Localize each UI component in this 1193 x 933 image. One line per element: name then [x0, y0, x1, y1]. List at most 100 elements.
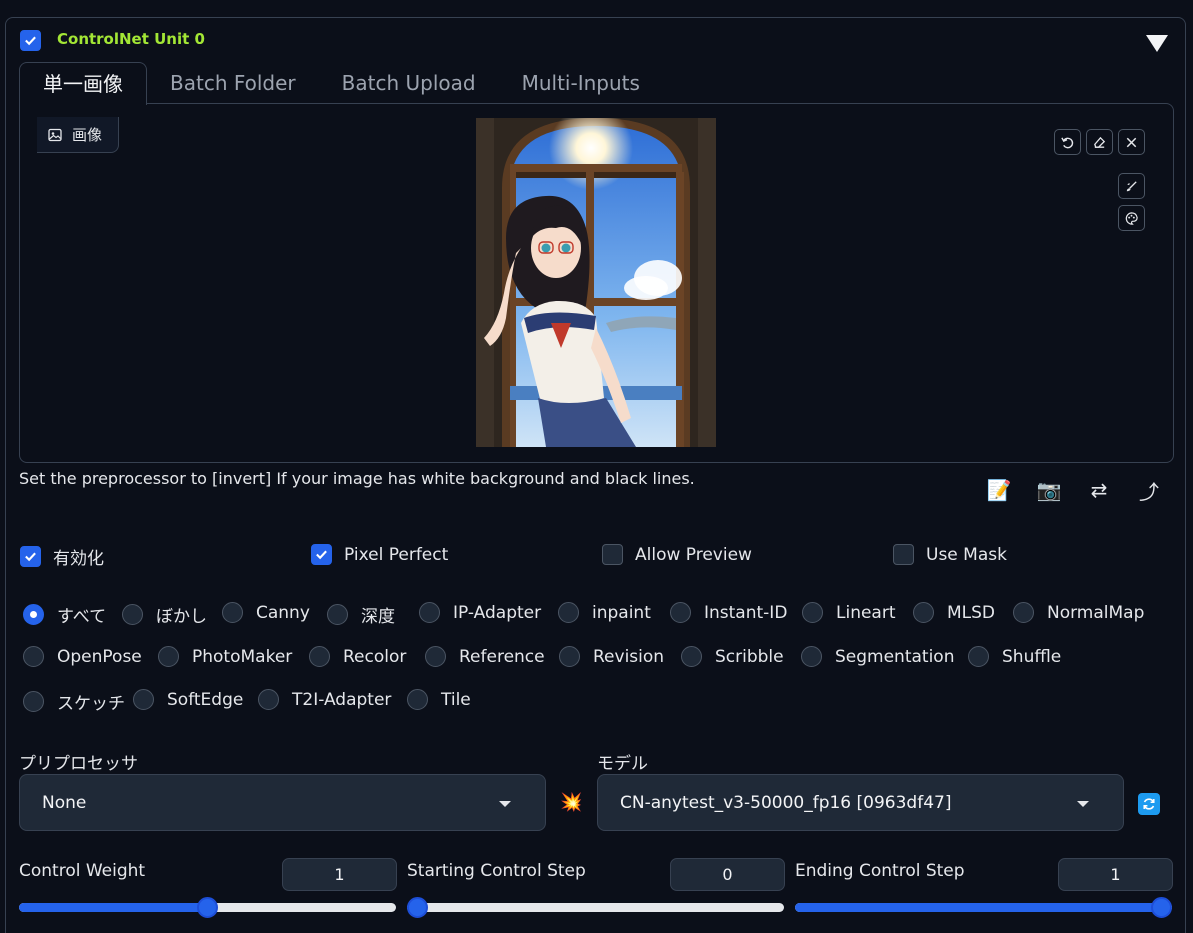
- tab-single-image[interactable]: 単一画像: [19, 62, 147, 105]
- radio-softedge[interactable]: SoftEdge: [133, 689, 243, 710]
- radio-tile[interactable]: Tile: [407, 689, 471, 710]
- starting-step-input[interactable]: 0: [670, 858, 785, 891]
- radio-dot[interactable]: [913, 602, 934, 623]
- radio-label: Canny: [256, 602, 310, 623]
- radio-dot[interactable]: [802, 602, 823, 623]
- ending-step-slider[interactable]: [795, 897, 1172, 918]
- anime-girl-window-illustration: [476, 118, 716, 447]
- radio-dot[interactable]: [133, 689, 154, 710]
- slider-thumb[interactable]: [1151, 897, 1172, 918]
- pixel-perfect-row[interactable]: Pixel Perfect: [311, 544, 448, 565]
- model-value: CN-anytest_v3-50000_fp16 [0963df47]: [620, 792, 952, 813]
- notepad-icon[interactable]: 📝: [986, 477, 1012, 503]
- radio-openpose[interactable]: OpenPose: [23, 646, 142, 667]
- close-button[interactable]: [1118, 129, 1145, 155]
- preprocessor-dropdown[interactable]: None: [19, 774, 546, 831]
- starting-step-label: Starting Control Step: [407, 861, 586, 881]
- radio-canny[interactable]: Canny: [222, 602, 310, 623]
- undo-button[interactable]: [1054, 129, 1081, 155]
- radio-dot[interactable]: [425, 646, 446, 667]
- preprocessor-label: プリプロセッサ: [19, 754, 138, 774]
- refresh-button[interactable]: [1138, 793, 1160, 815]
- ending-step-label: Ending Control Step: [795, 861, 965, 881]
- tab-multi-inputs[interactable]: Multi-Inputs: [499, 62, 663, 104]
- radio-dot[interactable]: [309, 646, 330, 667]
- radio-sketch[interactable]: スケッチ: [23, 689, 125, 714]
- refresh-icon: [1143, 798, 1155, 810]
- radio-recolor[interactable]: Recolor: [309, 646, 406, 667]
- radio-dot[interactable]: [558, 602, 579, 623]
- ending-step-input[interactable]: 1: [1058, 858, 1173, 891]
- radio-blur[interactable]: ぼかし: [122, 602, 207, 627]
- radio-ip-adapter[interactable]: IP-Adapter: [419, 602, 541, 623]
- radio-dot[interactable]: [122, 604, 143, 625]
- radio-dot[interactable]: [968, 646, 989, 667]
- radio-dot[interactable]: [681, 646, 702, 667]
- radio-dot[interactable]: [258, 689, 279, 710]
- radio-dot[interactable]: [158, 646, 179, 667]
- radio-reference[interactable]: Reference: [425, 646, 545, 667]
- radio-dot[interactable]: [419, 602, 440, 623]
- radio-label: Instant-ID: [704, 602, 788, 623]
- radio-segmentation[interactable]: Segmentation: [801, 646, 954, 667]
- radio-instant-id[interactable]: Instant-ID: [670, 602, 787, 623]
- preprocessor-value: None: [42, 792, 87, 813]
- slider-thumb[interactable]: [197, 897, 218, 918]
- radio-label: IP-Adapter: [453, 602, 542, 623]
- explosion-icon[interactable]: 💥: [560, 792, 582, 813]
- radio-inpaint[interactable]: inpaint: [558, 602, 651, 623]
- allow-preview-row[interactable]: Allow Preview: [602, 544, 752, 565]
- camera-icon[interactable]: 📷: [1036, 477, 1062, 503]
- control-weight-label: Control Weight: [19, 861, 146, 881]
- collapse-triangle-icon[interactable]: [1146, 35, 1168, 52]
- radio-scribble[interactable]: Scribble: [681, 646, 784, 667]
- palette-button[interactable]: [1118, 205, 1145, 231]
- chevron-down-icon: [1077, 801, 1089, 807]
- send-arrow-icon[interactable]: ⤴: [1136, 477, 1162, 504]
- model-label: モデル: [597, 754, 648, 774]
- radio-label: SoftEdge: [167, 689, 244, 710]
- use-mask-checkbox[interactable]: [893, 544, 914, 565]
- control-weight-slider[interactable]: [19, 897, 396, 918]
- radio-shuffle[interactable]: Shuffle: [968, 646, 1061, 667]
- use-mask-row[interactable]: Use Mask: [893, 544, 1007, 565]
- check-icon: [25, 36, 36, 46]
- radio-label: Recolor: [343, 646, 407, 667]
- radio-all[interactable]: すべて: [23, 602, 106, 627]
- radio-dot[interactable]: [23, 646, 44, 667]
- model-dropdown[interactable]: CN-anytest_v3-50000_fp16 [0963df47]: [597, 774, 1124, 831]
- radio-mlsd[interactable]: MLSD: [913, 602, 995, 623]
- radio-dot[interactable]: [801, 646, 822, 667]
- uploaded-image[interactable]: [476, 118, 716, 447]
- starting-step-slider[interactable]: [407, 897, 784, 918]
- radio-dot[interactable]: [327, 604, 348, 625]
- radio-dot[interactable]: [407, 689, 428, 710]
- radio-dot[interactable]: [670, 602, 691, 623]
- slider-thumb[interactable]: [407, 897, 428, 918]
- allow-preview-checkbox[interactable]: [602, 544, 623, 565]
- enable-checkbox-row[interactable]: 有効化: [20, 544, 104, 569]
- radio-normalmap[interactable]: NormalMap: [1013, 602, 1144, 623]
- swap-arrows-icon[interactable]: ⇄: [1086, 477, 1112, 503]
- radio-dot[interactable]: [23, 604, 44, 625]
- enable-checkbox[interactable]: [20, 546, 41, 567]
- eraser-button[interactable]: [1086, 129, 1113, 155]
- radio-revision[interactable]: Revision: [559, 646, 664, 667]
- radio-dot[interactable]: [1013, 602, 1034, 623]
- tab-batch-folder[interactable]: Batch Folder: [147, 62, 319, 104]
- radio-dot[interactable]: [222, 602, 243, 623]
- radio-lineart[interactable]: Lineart: [802, 602, 896, 623]
- pixel-perfect-checkbox[interactable]: [311, 544, 332, 565]
- radio-t2i-adapter[interactable]: T2I-Adapter: [258, 689, 391, 710]
- radio-dot[interactable]: [559, 646, 580, 667]
- tab-batch-upload[interactable]: Batch Upload: [319, 62, 499, 104]
- radio-label: Scribble: [715, 646, 784, 667]
- radio-depth[interactable]: 深度: [327, 602, 395, 627]
- unit-enable-checkbox[interactable]: [20, 30, 41, 51]
- control-weight-input[interactable]: 1: [282, 858, 397, 891]
- radio-dot[interactable]: [23, 691, 44, 712]
- radio-photomaker[interactable]: PhotoMaker: [158, 646, 292, 667]
- close-icon: [1126, 137, 1137, 147]
- unit-title[interactable]: ControlNet Unit 0: [57, 30, 205, 48]
- brush-button[interactable]: [1118, 173, 1145, 199]
